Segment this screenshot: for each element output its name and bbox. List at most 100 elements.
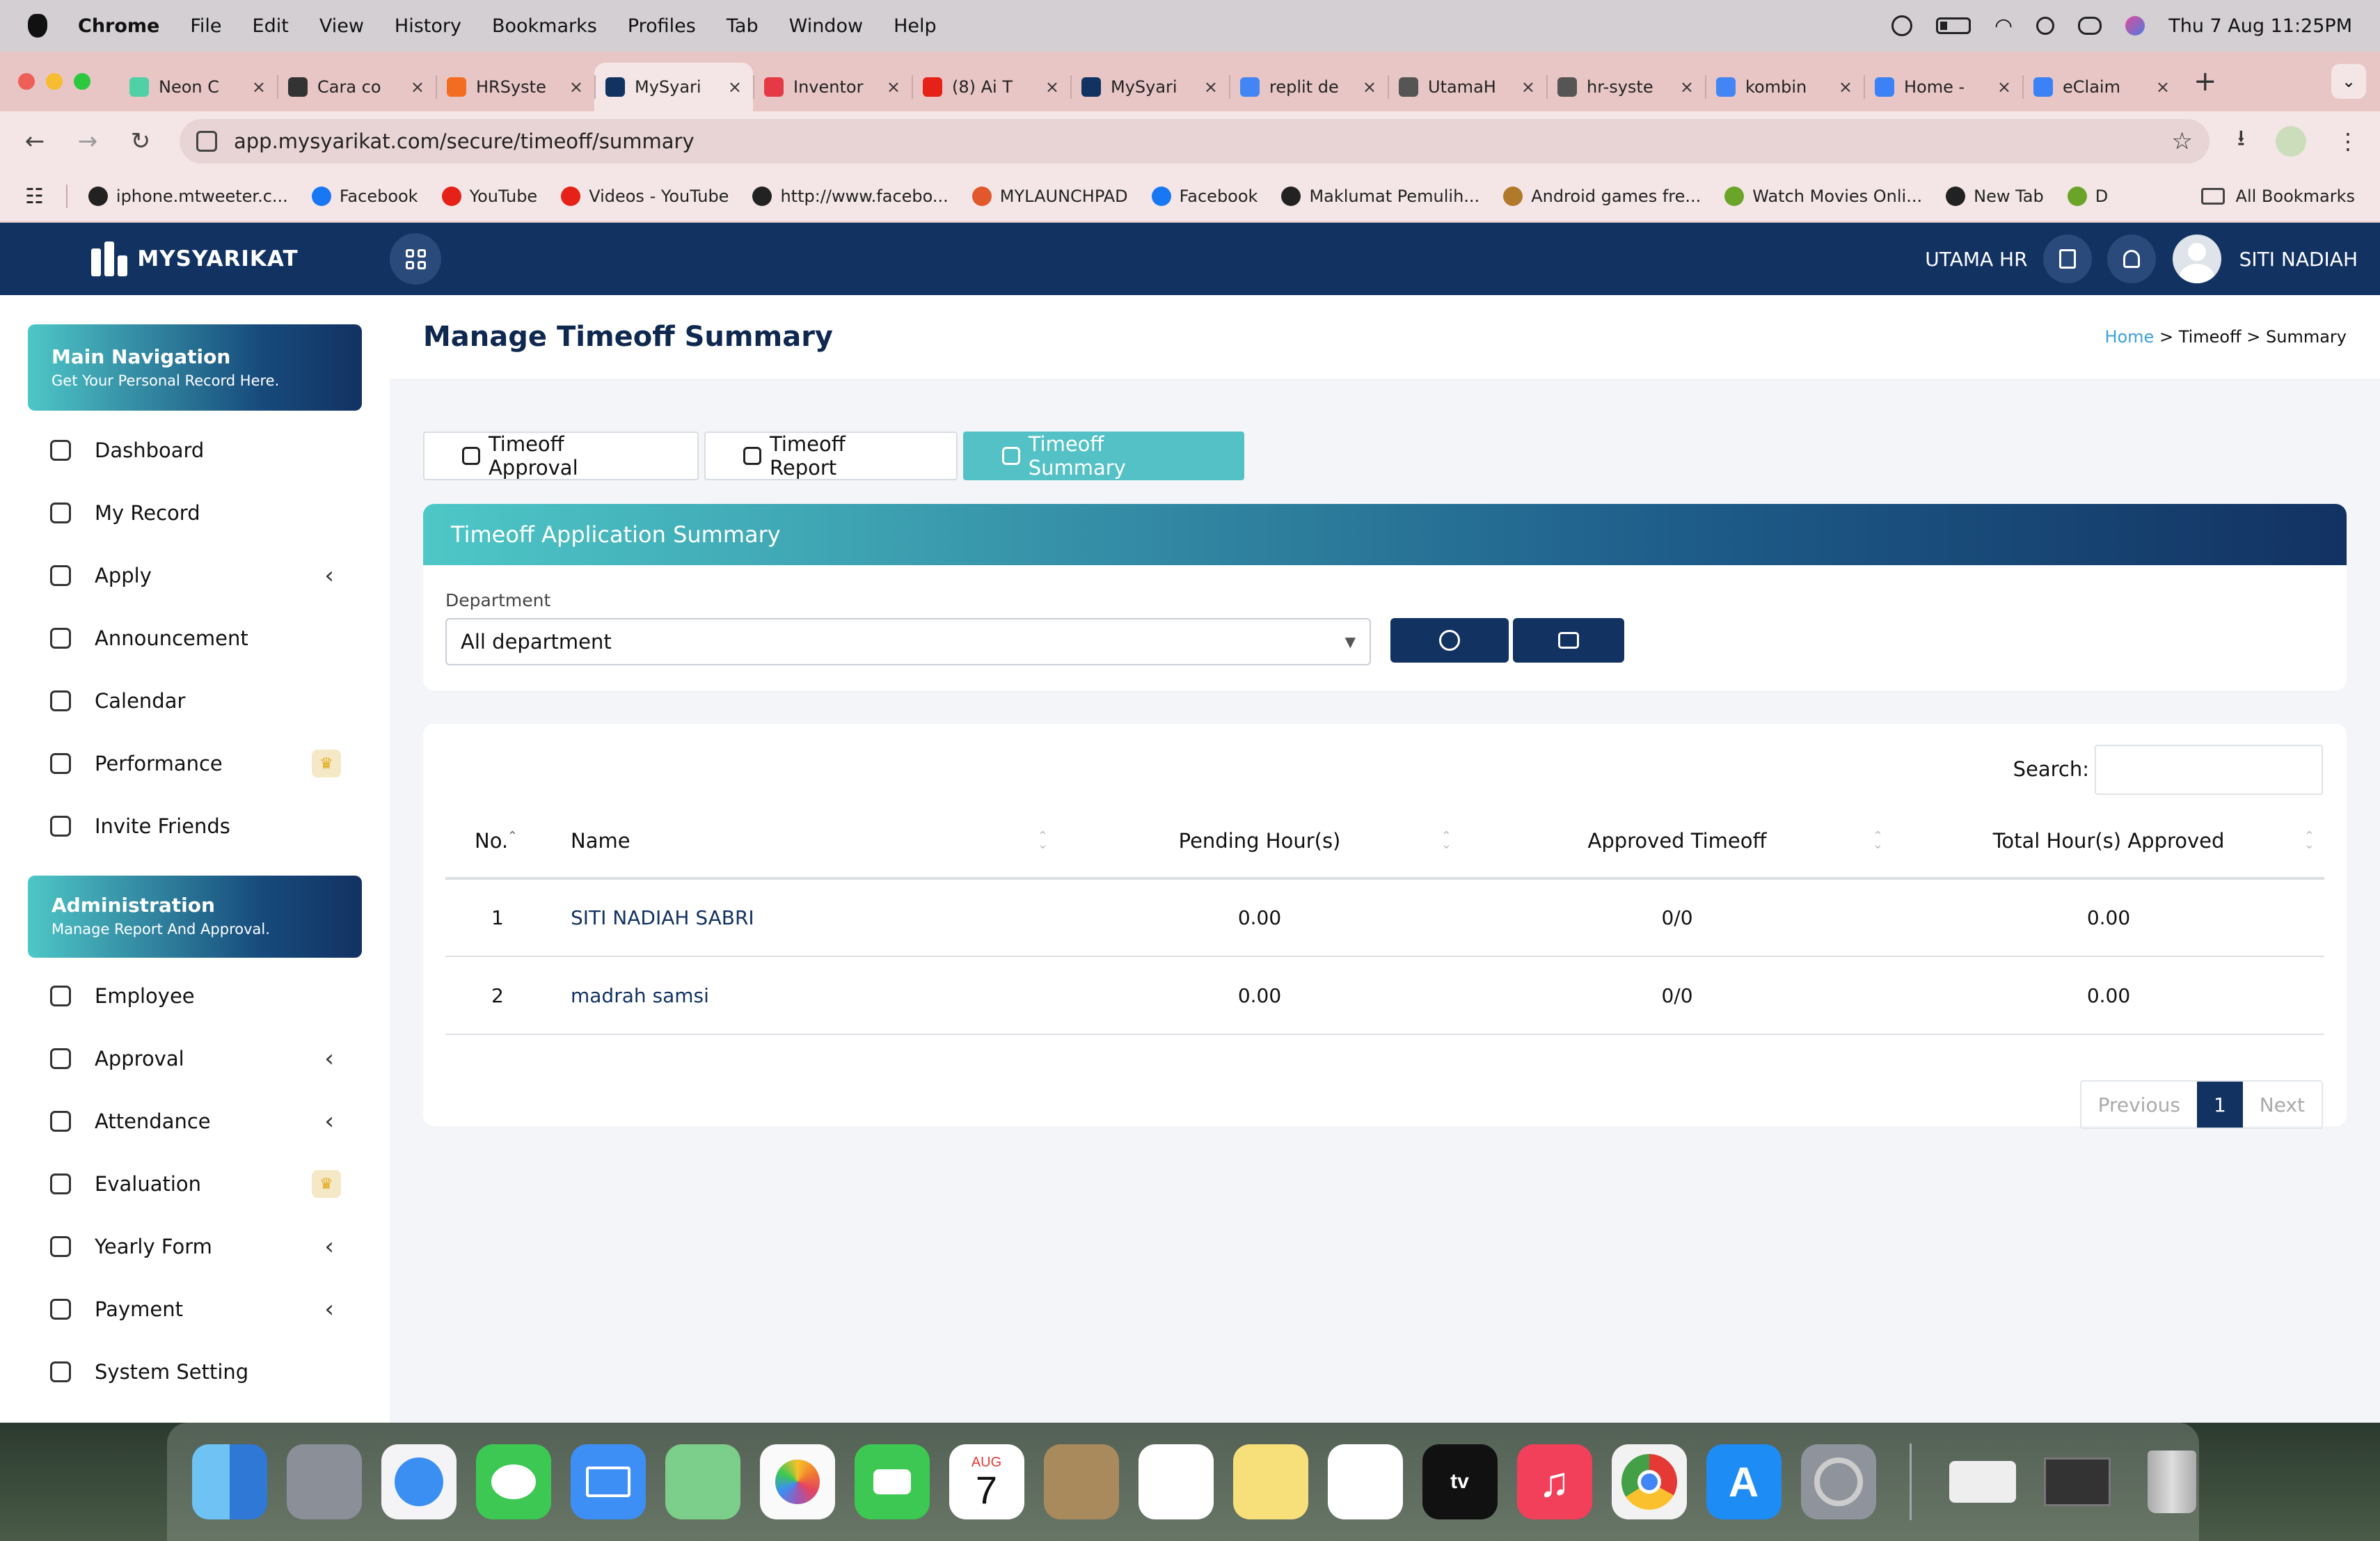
browser-tab[interactable]: kombin × bbox=[1705, 63, 1864, 111]
facetime-icon[interactable] bbox=[854, 1444, 930, 1519]
sidebar-item-my-record[interactable]: My Record bbox=[0, 482, 390, 544]
all-bookmarks-button[interactable]: All Bookmarks bbox=[2200, 187, 2355, 206]
pagination-next[interactable]: Next bbox=[2243, 1082, 2322, 1128]
user-name[interactable]: SITI NADIAH bbox=[2239, 248, 2358, 271]
new-tab-button[interactable]: + bbox=[2193, 65, 2217, 97]
apple-icon[interactable] bbox=[28, 14, 47, 38]
browser-tab[interactable]: Neon C × bbox=[118, 63, 277, 111]
menu-profiles[interactable]: Profiles bbox=[628, 15, 696, 37]
bookmark-item[interactable]: Facebook bbox=[1151, 187, 1258, 206]
control-center-icon[interactable] bbox=[2078, 17, 2102, 35]
close-tab-icon[interactable]: × bbox=[569, 77, 583, 97]
sidebar-item-attendance[interactable]: Attendance ‹ bbox=[0, 1090, 390, 1153]
address-url[interactable]: app.mysyarikat.com/secure/timeoff/summar… bbox=[234, 129, 695, 153]
sidebar-item-yearly-form[interactable]: Yearly Form ‹ bbox=[0, 1215, 390, 1278]
bookmark-item[interactable]: D bbox=[2067, 187, 2108, 206]
app-store-icon[interactable]: A bbox=[1706, 1444, 1782, 1519]
browser-tab[interactable]: Cara co × bbox=[277, 63, 436, 111]
siri-icon[interactable] bbox=[2125, 16, 2145, 35]
print-button[interactable] bbox=[1513, 618, 1624, 663]
bookmark-item[interactable]: Maklumat Pemulih... bbox=[1281, 187, 1479, 206]
close-window-button[interactable] bbox=[18, 73, 35, 90]
menubar-clock[interactable]: Thu 7 Aug 11:25PM bbox=[2168, 15, 2352, 37]
app-menu-grid-icon[interactable] bbox=[390, 233, 441, 285]
trash-icon[interactable] bbox=[2134, 1444, 2210, 1519]
reload-icon[interactable]: ↻ bbox=[127, 127, 154, 155]
menu-help[interactable]: Help bbox=[894, 15, 937, 37]
photos-icon[interactable] bbox=[759, 1444, 835, 1519]
bookmark-item[interactable]: MYLAUNCHPAD bbox=[971, 187, 1128, 206]
pagination-page-1[interactable]: 1 bbox=[2196, 1082, 2243, 1128]
sidebar-item-invite-friends[interactable]: Invite Friends bbox=[0, 795, 390, 858]
cell-name[interactable]: SITI NADIAH SABRI bbox=[571, 878, 1058, 957]
system-settings-icon[interactable] bbox=[1800, 1444, 1876, 1519]
sidebar-item-announcement[interactable]: Announcement bbox=[0, 607, 390, 670]
bookmark-item[interactable]: Watch Movies Onli... bbox=[1724, 187, 1922, 206]
minimize-window-button[interactable] bbox=[46, 73, 63, 90]
recent-document-icon[interactable] bbox=[2040, 1444, 2115, 1519]
bookmark-item[interactable]: Android games fre... bbox=[1503, 187, 1701, 206]
close-tab-icon[interactable]: × bbox=[1521, 77, 1535, 97]
table-search-input[interactable] bbox=[2095, 745, 2323, 795]
menu-tab[interactable]: Tab bbox=[727, 15, 759, 37]
close-tab-icon[interactable]: × bbox=[1204, 77, 1218, 97]
browser-tab[interactable]: UtamaH × bbox=[1388, 63, 1546, 111]
music-icon[interactable]: ♫ bbox=[1516, 1444, 1592, 1519]
sidebar-item-evaluation[interactable]: Evaluation ♛ bbox=[0, 1153, 390, 1215]
sidebar-item-apply[interactable]: Apply ‹ bbox=[0, 544, 390, 607]
tab-search-chevron-icon[interactable]: ⌄ bbox=[2331, 64, 2366, 99]
reminders-icon[interactable] bbox=[1138, 1444, 1214, 1519]
sidebar-item-calendar[interactable]: Calendar bbox=[0, 670, 390, 732]
department-select[interactable]: All department ▼ bbox=[445, 618, 1371, 665]
download-icon[interactable]: ⭳ bbox=[2237, 123, 2245, 160]
freeform-icon[interactable] bbox=[1327, 1444, 1403, 1519]
back-arrow-icon[interactable]: ← bbox=[21, 127, 49, 155]
browser-tab[interactable]: MySyari × bbox=[1070, 63, 1229, 111]
tab-timeoff-approval[interactable]: Timeoff Approval bbox=[423, 432, 699, 480]
sidebar-item-dashboard[interactable]: Dashboard bbox=[0, 419, 390, 482]
spotlight-search-icon[interactable] bbox=[2036, 17, 2055, 35]
notification-bell-icon[interactable] bbox=[2107, 235, 2156, 283]
column-header-name[interactable]: Name ⌃ ⌄ bbox=[571, 805, 1058, 880]
search-button[interactable] bbox=[1390, 618, 1509, 663]
contacts-icon[interactable] bbox=[1043, 1444, 1119, 1519]
launchpad-icon[interactable] bbox=[286, 1444, 362, 1519]
bookmark-item[interactable]: Facebook bbox=[311, 187, 418, 206]
bookmark-item[interactable]: iphone.mtweeter.c... bbox=[88, 187, 288, 206]
menu-history[interactable]: History bbox=[395, 15, 461, 37]
bookmark-item[interactable]: http://www.facebo... bbox=[752, 187, 949, 206]
breadcrumb-home[interactable]: Home bbox=[2104, 327, 2154, 347]
sidebar-item-system-setting[interactable]: System Setting bbox=[0, 1341, 390, 1403]
apple-tv-icon[interactable]: tv bbox=[1422, 1444, 1498, 1519]
close-tab-icon[interactable]: × bbox=[1839, 77, 1853, 97]
column-header-approved-timeoff[interactable]: Approved Timeoff ⌃ ⌄ bbox=[1461, 805, 1893, 880]
calendar-app-icon[interactable]: AUG 7 bbox=[949, 1444, 1024, 1519]
sidebar-item-performance[interactable]: Performance ♛ bbox=[0, 732, 390, 795]
browser-tab[interactable]: replit de × bbox=[1229, 63, 1388, 111]
close-tab-icon[interactable]: × bbox=[252, 77, 266, 97]
mail-icon[interactable] bbox=[570, 1444, 646, 1519]
site-info-icon[interactable] bbox=[196, 131, 217, 152]
notes-icon[interactable] bbox=[1232, 1444, 1308, 1519]
sidebar-item-employee[interactable]: Employee bbox=[0, 965, 390, 1027]
close-tab-icon[interactable]: × bbox=[1363, 77, 1377, 97]
menu-view[interactable]: View bbox=[319, 15, 364, 37]
finder-icon[interactable] bbox=[191, 1444, 267, 1519]
tab-timeoff-summary[interactable]: Timeoff Summary bbox=[963, 432, 1244, 480]
safari-icon[interactable] bbox=[381, 1444, 457, 1519]
column-header-total-hours-approved[interactable]: Total Hour(s) Approved ⌃ ⌄ bbox=[1893, 805, 2324, 880]
menu-app-name[interactable]: Chrome bbox=[78, 15, 159, 37]
bookmark-star-icon[interactable]: ☆ bbox=[2171, 127, 2192, 155]
close-tab-icon[interactable]: × bbox=[887, 77, 901, 97]
profile-avatar[interactable] bbox=[2276, 126, 2306, 157]
printer-icon[interactable] bbox=[1945, 1444, 2020, 1519]
pagination-previous[interactable]: Previous bbox=[2081, 1082, 2197, 1128]
close-tab-icon[interactable]: × bbox=[2156, 77, 2170, 97]
zoom-window-button[interactable] bbox=[74, 73, 90, 90]
close-tab-icon[interactable]: × bbox=[1680, 77, 1694, 97]
bookmark-item[interactable]: Videos - YouTube bbox=[561, 187, 729, 206]
browser-tab[interactable]: MySyari × bbox=[594, 63, 753, 111]
menu-window[interactable]: Window bbox=[789, 15, 863, 37]
column-header-no[interactable]: No. ⌃ bbox=[445, 805, 571, 880]
browser-tab[interactable]: eClaim × bbox=[2022, 63, 2181, 111]
